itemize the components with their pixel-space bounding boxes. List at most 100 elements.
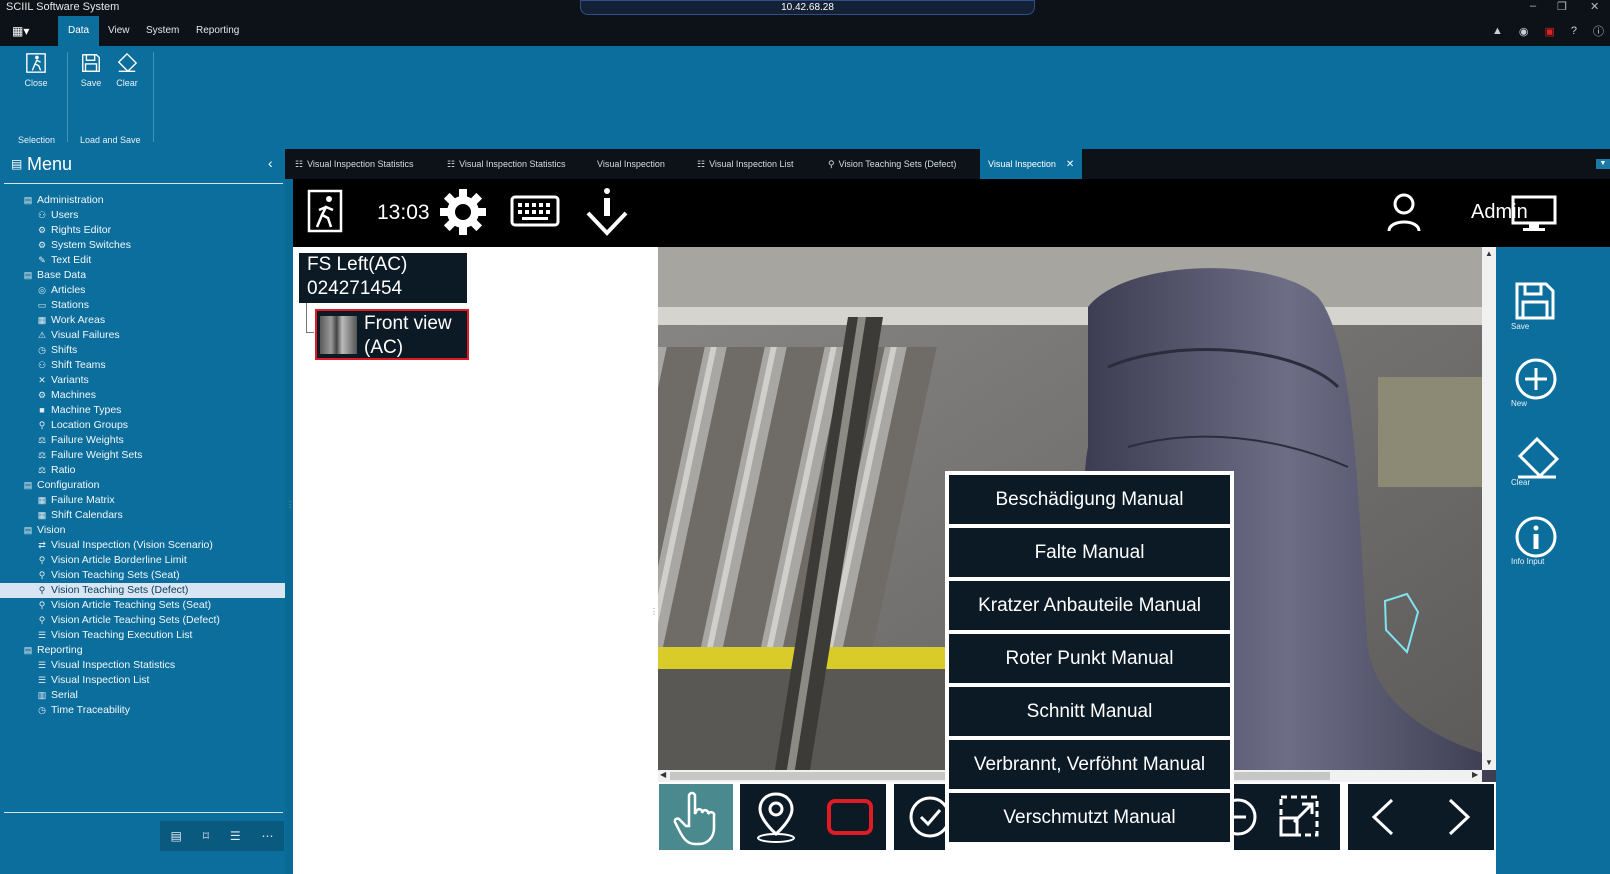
- fit-to-screen-icon[interactable]: [1278, 794, 1320, 838]
- language-flag-icon[interactable]: ▣: [1544, 25, 1554, 38]
- tab-visual-inspection-statistics-2[interactable]: ☷ Visual Inspection Statistics: [439, 149, 573, 179]
- menu-item-vision-teaching-sets-defect[interactable]: ⚲ Vision Teaching Sets (Defect): [0, 583, 285, 598]
- menu-item-vision-article-teaching-sets-defect[interactable]: ⚲ Vision Article Teaching Sets (Defect): [0, 613, 285, 628]
- menu-item-articles[interactable]: ◎ Articles: [0, 283, 285, 298]
- menu-item-failure-matrix[interactable]: ▦ Failure Matrix: [0, 493, 285, 508]
- scroll-up-icon[interactable]: ▲: [1485, 249, 1493, 258]
- panel-resize-handle[interactable]: ⋮: [650, 607, 658, 616]
- menu-item-time-traceability[interactable]: ◷ Time Traceability: [0, 703, 285, 718]
- more-icon[interactable]: ⋯: [262, 829, 274, 843]
- pointer-tool-button[interactable]: [659, 784, 733, 850]
- tree-node-article[interactable]: FS Left(AC) 024271454: [299, 253, 467, 303]
- menu-item-ratio[interactable]: ⚖ Ratio: [0, 463, 285, 478]
- tab-label: Visual Inspection List: [709, 159, 794, 169]
- app-menu-icon[interactable]: ▦▾: [12, 16, 29, 46]
- defect-option-roter-punkt[interactable]: Roter Punkt Manual: [949, 634, 1230, 683]
- tab-visual-inspection-active[interactable]: Visual Inspection ✕: [980, 149, 1083, 179]
- defect-option-falte[interactable]: Falte Manual: [949, 528, 1230, 577]
- menu-item-vision-article-borderline-limit[interactable]: ⚲ Vision Article Borderline Limit: [0, 553, 285, 568]
- menu-category-vision[interactable]: ▤ Vision: [0, 523, 285, 538]
- close-window-button[interactable]: ✕: [1590, 0, 1599, 13]
- side-info-input-button[interactable]: Info Input: [1496, 515, 1610, 570]
- zoom-out-icon[interactable]: [1234, 792, 1260, 842]
- menu-category-administration[interactable]: ▤ Administration: [0, 193, 285, 208]
- menu-item-machines[interactable]: ⚙ Machines: [0, 388, 285, 403]
- menu-item-machine-types[interactable]: ■ Machine Types: [0, 403, 285, 418]
- menu-item-vision-teaching-sets-seat[interactable]: ⚲ Vision Teaching Sets (Seat): [0, 568, 285, 583]
- clear-button[interactable]: Clear: [107, 52, 147, 88]
- book-icon[interactable]: ▤: [170, 829, 181, 843]
- help-icon[interactable]: ?: [1571, 25, 1577, 37]
- menu-item-variants[interactable]: ✕ Variants: [0, 373, 285, 388]
- menu-item-serial[interactable]: ▥ Serial: [0, 688, 285, 703]
- menu-tab-system[interactable]: System: [136, 16, 189, 46]
- remote-connection-bar[interactable]: 10.42.68.28: [580, 0, 1035, 15]
- save-button[interactable]: Save: [71, 52, 111, 88]
- menu-item-label: Vision Article Teaching Sets (Seat): [51, 599, 212, 611]
- close-tab-icon[interactable]: ✕: [1066, 159, 1074, 170]
- menu-item-visual-inspection-list[interactable]: ☰ Visual Inspection List: [0, 673, 285, 688]
- tab-visual-inspection-list[interactable]: ☷ Visual Inspection List: [689, 149, 801, 179]
- menu-tab-view[interactable]: View: [98, 16, 140, 46]
- menu-item-system-switches[interactable]: ⚙ System Switches: [0, 238, 285, 253]
- previous-arrow-icon[interactable]: [1368, 796, 1398, 838]
- defect-option-schnitt[interactable]: Schnitt Manual: [949, 687, 1230, 736]
- menu-category-reporting[interactable]: ▤ Reporting: [0, 643, 285, 658]
- monitor-icon[interactable]: [1511, 195, 1557, 233]
- about-icon[interactable]: ⓘ: [1593, 23, 1604, 39]
- gear-icon[interactable]: [438, 187, 488, 237]
- side-clear-button[interactable]: Clear: [1496, 436, 1610, 491]
- side-new-button[interactable]: New: [1496, 357, 1610, 412]
- menu-item-stations[interactable]: ▭ Stations: [0, 298, 285, 313]
- defect-option-verschmutzt[interactable]: Verschmutzt Manual: [949, 793, 1230, 842]
- info-download-icon[interactable]: [584, 187, 630, 237]
- menu-item-shift-calendars[interactable]: ▦ Shift Calendars: [0, 508, 285, 523]
- menu-item-visual-inspection-statistics[interactable]: ☰ Visual Inspection Statistics: [0, 658, 285, 673]
- maximize-button[interactable]: ❐: [1557, 0, 1567, 13]
- plus-circle-icon: [1515, 358, 1557, 400]
- menu-item-shifts[interactable]: ◷ Shifts: [0, 343, 285, 358]
- menu-category-configuration[interactable]: ▤ Configuration: [0, 478, 285, 493]
- keyboard-icon[interactable]: [510, 195, 560, 227]
- close-button[interactable]: Close: [16, 52, 56, 88]
- menu-item-rights-editor[interactable]: ⚙ Rights Editor: [0, 223, 285, 238]
- rectangle-tool-icon[interactable]: [826, 798, 874, 836]
- menu-item-label: Configuration: [37, 479, 100, 491]
- defect-option-beschaedigung[interactable]: Beschädigung Manual: [949, 475, 1230, 524]
- side-save-button[interactable]: Save: [1496, 281, 1610, 331]
- menu-item-failure-weight-sets[interactable]: ⚖ Failure Weight Sets: [0, 448, 285, 463]
- menu-item-vision-teaching-execution-list[interactable]: ☰ Vision Teaching Execution List: [0, 628, 285, 643]
- scroll-right-icon[interactable]: ▶: [1472, 770, 1478, 779]
- menu-tab-data[interactable]: Data: [58, 16, 100, 46]
- collapse-ribbon-icon[interactable]: ▲: [1492, 25, 1503, 37]
- collapse-menu-icon[interactable]: ‹: [268, 155, 273, 171]
- menu-tab-reporting[interactable]: Reporting: [186, 16, 249, 46]
- menu-item-shift-teams[interactable]: ⚇ Shift Teams: [0, 358, 285, 373]
- bookmark-icon[interactable]: ⌑: [203, 829, 209, 843]
- next-arrow-icon[interactable]: [1444, 796, 1474, 838]
- menu-item-text-edit[interactable]: ✎ Text Edit: [0, 253, 285, 268]
- menu-item-location-groups[interactable]: ⚲ Location Groups: [0, 418, 285, 433]
- globe-icon[interactable]: ◉: [1519, 25, 1529, 38]
- defect-option-verbrannt[interactable]: Verbrannt, Verföhnt Manual: [949, 740, 1230, 789]
- scroll-down-icon[interactable]: ▼: [1485, 758, 1493, 767]
- tabs-dropdown-icon[interactable]: ▼: [1596, 159, 1610, 169]
- menu-item-failure-weights[interactable]: ⚖ Failure Weights: [0, 433, 285, 448]
- menu-category-base-data[interactable]: ▤ Base Data: [0, 268, 285, 283]
- scroll-left-icon[interactable]: ◀: [660, 770, 666, 779]
- minimize-button[interactable]: –: [1530, 0, 1536, 12]
- tab-visual-inspection-statistics-1[interactable]: ☷ Visual Inspection Statistics: [287, 149, 421, 179]
- menu-item-visual-inspection-vision-scenario[interactable]: ⇄ Visual Inspection (Vision Scenario): [0, 538, 285, 553]
- list-view-icon[interactable]: ☰: [230, 829, 241, 843]
- menu-item-work-areas[interactable]: ▦ Work Areas: [0, 313, 285, 328]
- tree-node-view-selected[interactable]: Front view (AC): [315, 309, 469, 360]
- vertical-scrollbar[interactable]: ▲ ▼: [1482, 247, 1496, 770]
- menu-item-visual-failures[interactable]: ⚠ Visual Failures: [0, 328, 285, 343]
- location-pin-tool-icon[interactable]: [752, 790, 800, 844]
- tab-vision-teaching-sets-defect[interactable]: ⚲ Vision Teaching Sets (Defect): [820, 149, 964, 179]
- menu-item-vision-article-teaching-sets-seat[interactable]: ⚲ Vision Article Teaching Sets (Seat): [0, 598, 285, 613]
- exit-icon[interactable]: [307, 189, 343, 233]
- defect-option-kratzer[interactable]: Kratzer Anbauteile Manual: [949, 581, 1230, 630]
- menu-item-users[interactable]: ⚇ Users: [0, 208, 285, 223]
- tab-visual-inspection-1[interactable]: Visual Inspection: [589, 149, 673, 179]
